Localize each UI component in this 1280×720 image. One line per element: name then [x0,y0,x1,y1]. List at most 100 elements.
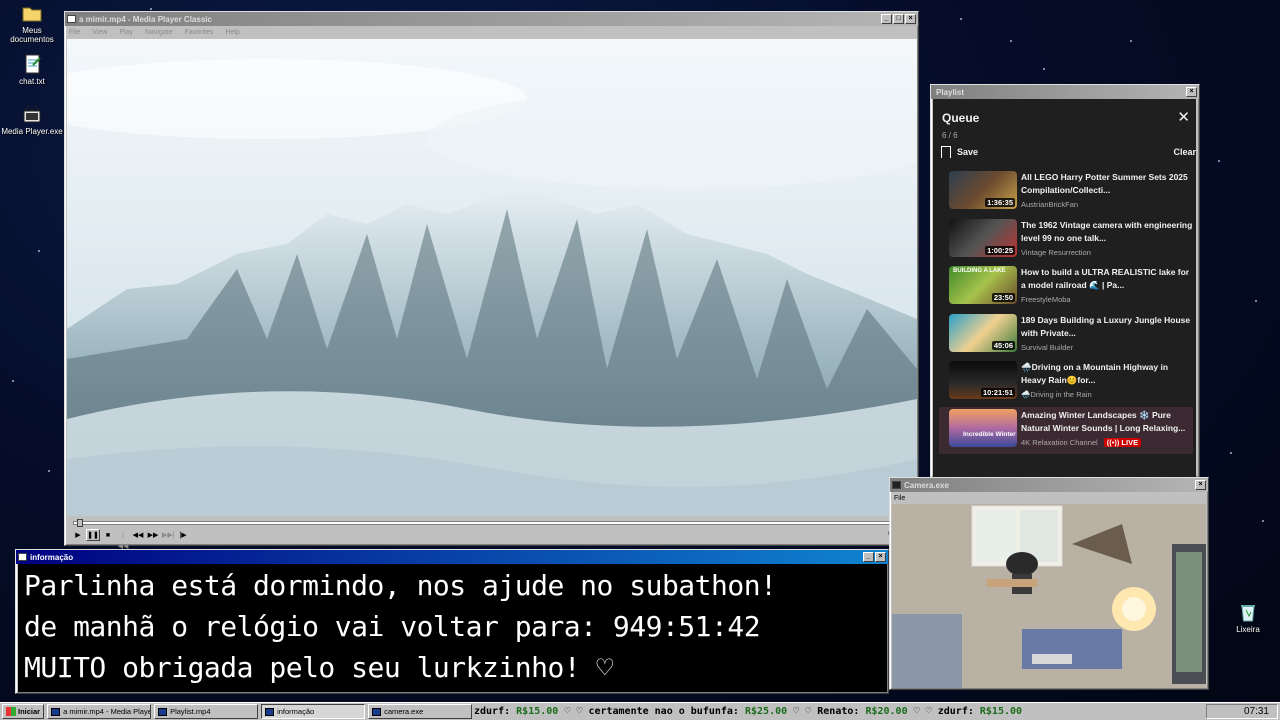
queue-heading: Queue [942,111,980,125]
windows-logo-icon [6,707,16,716]
desktop-icon-recycle-bin[interactable]: Lixeira [1216,601,1280,634]
queue-item[interactable]: 1:36:35 All LEGO Harry Potter Summer Set… [939,169,1193,217]
taskbar-item-info[interactable]: informação [261,704,366,719]
clock[interactable]: 07:31 [1244,706,1269,717]
menu-play[interactable]: Play [119,29,133,36]
desktop-icon-documents[interactable]: Meus documentos [0,2,64,44]
playlist-window[interactable]: Playlist × Queue 6 / 6 ✕ Save Clear 1:36… [930,84,1200,478]
menu-view[interactable]: View [92,29,107,36]
ticker-amount: R$15.00 [516,706,559,717]
desktop-icon-media-player[interactable]: Media Player.exe [0,103,64,136]
pause-icon[interactable]: ❚❚ [86,529,100,541]
heart-icon: ♡ ♡ [913,706,938,717]
menu-file[interactable]: File [69,29,80,36]
fast-forward-icon[interactable]: ▶▶ [146,529,160,541]
media-player-titlebar[interactable]: a mimir.mp4 - Media Player Classic _ □ × [65,12,918,26]
menu-bar: File View Play Navigate Favorites Help [65,26,918,38]
info-text-area: Parlinha está dormindo, nos ajude no sub… [18,564,887,692]
ticker-amount: R$20.00 [865,706,908,717]
video-duration: 45:06 [991,340,1015,350]
queue-item[interactable]: 45:06 189 Days Building a Luxury Jungle … [939,312,1193,360]
playlist-icon [158,707,168,716]
info-line: MUITO obrigada pelo seu lurkzinho! ♡ [24,651,613,684]
ticker-amount: R$25.00 [744,706,788,717]
taskbar-item-label: a mimir.mp4 - Media Playe... [63,707,152,716]
taskbar-item-camera[interactable]: camera.exe [368,704,473,719]
ticker-name: zdurf: [937,706,974,717]
info-line: Parlinha está dormindo, nos ajude no sub… [24,569,777,602]
start-button[interactable]: Iniciar [2,704,45,719]
desktop-icon-label: Media Player.exe [1,127,63,136]
ticker-name: certamente nao o bufunfa: [588,706,739,717]
close-button[interactable]: × [1186,87,1197,97]
heart-icon: ♡ ♡ [564,706,589,717]
minimize-button[interactable]: _ [863,552,874,562]
taskbar-item-playlist[interactable]: Playlist.mp4 [154,704,259,719]
video-channel: Survival Builder [1021,342,1074,352]
queue-item-current[interactable]: Incredible Winter Amazing Winter Landsca… [939,406,1193,454]
window-title: informação [30,552,74,562]
prev-icon[interactable]: |◀◀ [116,529,130,550]
save-button[interactable]: Save [941,146,978,162]
video-thumbnail: BUILDING A LAKE 23:50 [949,266,1017,304]
stop-icon[interactable]: ■ [101,529,115,541]
menu-help[interactable]: Help [225,29,239,36]
info-window[interactable]: informação _ × Parlinha está dormindo, n… [15,549,889,694]
thumbnail-text: Incredible Winter [963,430,1016,438]
desktop-icon-label: chat.txt [19,77,45,86]
menu-file[interactable]: File [894,495,905,502]
taskbar-item-label: Playlist.mp4 [170,707,211,716]
play-icon[interactable]: ▶ [71,529,85,541]
taskbar-item-label: informação [277,707,315,716]
video-channel: Vintage Resurrection [1021,247,1091,257]
desktop-icon-chat[interactable]: chat.txt [0,53,64,86]
camera-icon [372,707,382,716]
maximize-button[interactable]: □ [893,14,904,24]
seek-knob[interactable] [77,519,84,527]
recycle-bin-icon [1237,601,1259,623]
camera-window[interactable]: Camera.exe × File [889,477,1209,690]
seek-bar[interactable] [73,521,891,525]
rewind-icon[interactable]: ◀◀ [131,529,145,541]
clear-button[interactable]: Clear [1173,147,1196,157]
queue-item[interactable]: BUILDING A LAKE 23:50 How to build a ULT… [939,264,1193,312]
info-icon [265,707,275,716]
video-thumbnail: 1:00:25 [949,218,1017,257]
queue-item[interactable]: 1:00:25 The 1962 Vintage camera with eng… [939,217,1193,265]
notepad-icon [21,53,43,75]
donation-ticker: zdurf: R$15.00 ♡ ♡ certamente nao o bufu… [474,703,1204,720]
close-button[interactable]: × [1195,480,1206,490]
taskbar-item-media-player[interactable]: a mimir.mp4 - Media Playe... [47,704,152,719]
video-title: 189 Days Building a Luxury Jungle House … [1021,314,1191,338]
system-tray: 07:31 [1206,704,1278,719]
next-icon[interactable]: ▶▶| [161,529,175,541]
video-frame[interactable] [67,39,917,516]
player-controls: ▶ ❚❚ ■ |◀◀ ◀◀ ▶▶ ▶▶| |▶ 🎙 [67,518,917,550]
ticker-amount: R$15.00 [979,706,1023,717]
media-player-window[interactable]: a mimir.mp4 - Media Player Classic _ □ ×… [64,11,919,550]
media-player-icon [21,103,43,125]
desktop-icon-label: Lixeira [1236,625,1260,634]
close-button[interactable]: × [875,552,886,562]
video-duration: 23:50 [991,293,1015,302]
camera-titlebar[interactable]: Camera.exe × [890,478,1208,492]
video-title: Amazing Winter Landscapes ❄️ Pure Natura… [1021,409,1186,433]
info-titlebar[interactable]: informação _ × [16,550,888,564]
frame-step-icon[interactable]: |▶ [176,529,190,541]
ticker-name: zdurf: [474,706,511,717]
webcam-feed [892,504,1206,688]
minimize-button[interactable]: _ [881,14,892,24]
start-label: Iniciar [18,707,41,716]
live-badge: ((•)) LIVE [1103,437,1142,447]
menu-favorites[interactable]: Favorites [185,29,214,36]
menu-navigate[interactable]: Navigate [145,29,173,36]
video-channel: AustrianBrickFan [1021,200,1079,209]
close-icon[interactable]: ✕ [1177,108,1190,126]
close-button[interactable]: × [905,14,916,24]
queue-panel: Queue 6 / 6 ✕ Save Clear 1:36:35 All LEG… [933,99,1196,477]
playlist-titlebar[interactable]: Playlist × [931,85,1199,99]
video-title: All LEGO Harry Potter Summer Sets 2025 C… [1021,172,1188,195]
app-icon [18,553,27,561]
queue-item[interactable]: 10:21:51 🌧️Driving on a Mountain Highway… [939,359,1193,407]
video-title: How to build a ULTRA REALISTIC lake for … [1021,267,1190,290]
